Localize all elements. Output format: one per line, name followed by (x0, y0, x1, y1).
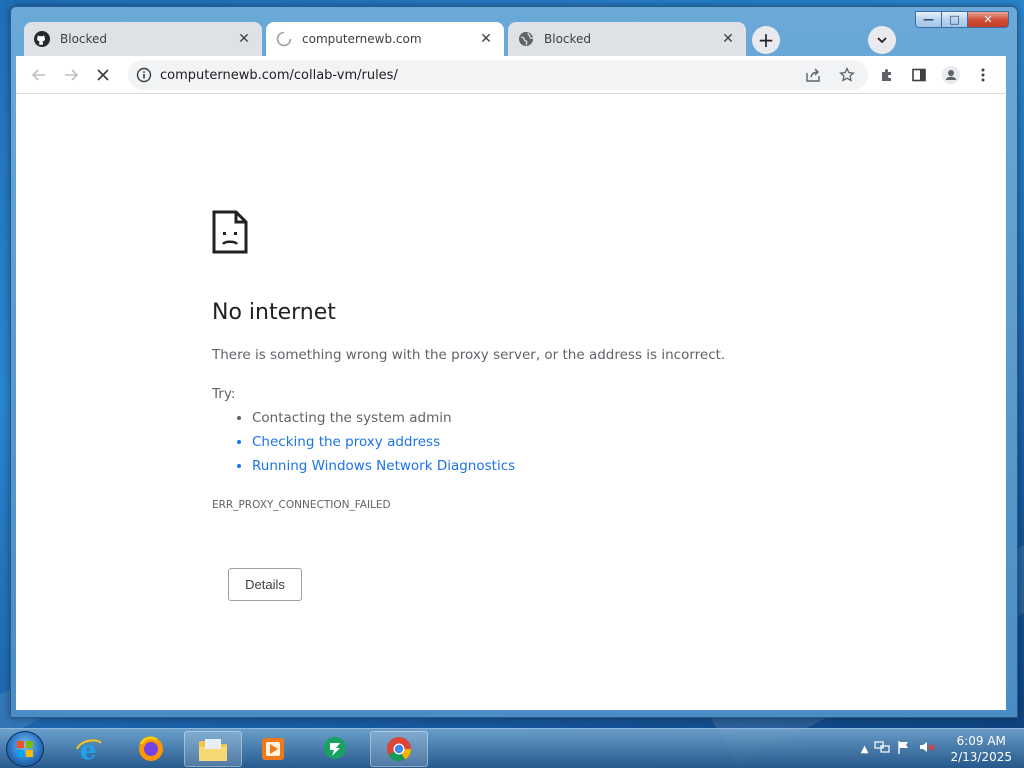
clock-time: 6:09 AM (956, 734, 1006, 748)
windows-logo-icon (17, 741, 33, 757)
extensions-button[interactable] (872, 60, 902, 90)
messenger-icon[interactable] (306, 731, 364, 767)
share-button[interactable] (798, 60, 828, 90)
start-button[interactable] (6, 731, 44, 767)
tab-close-icon[interactable]: ✕ (720, 31, 736, 47)
window-controls: — □ ✕ (915, 11, 1009, 28)
suggestion-contact-admin: Contacting the system admin (252, 406, 515, 430)
new-tab-button[interactable]: + (752, 26, 780, 54)
tab-blocked-globe[interactable]: Blocked ✕ (508, 22, 746, 56)
close-icon (97, 69, 109, 81)
suggestion-network-diagnostics-link[interactable]: Running Windows Network Diagnostics (252, 454, 515, 478)
menu-button[interactable] (968, 60, 998, 90)
address-bar[interactable]: computernewb.com/collab-vm/rules/ (128, 60, 868, 90)
clock[interactable]: 6:09 AM 2/13/2025 (950, 733, 1012, 765)
maximize-button[interactable]: □ (941, 11, 967, 28)
kebab-menu-icon (981, 68, 985, 82)
tab-close-icon[interactable]: ✕ (478, 31, 494, 47)
side-panel-button[interactable] (904, 60, 934, 90)
chevron-down-icon (877, 37, 887, 44)
volume-muted-icon[interactable] (918, 739, 936, 759)
error-description: There is something wrong with the proxy … (212, 347, 726, 363)
close-window-button[interactable]: ✕ (967, 11, 1009, 28)
taskbar: e ▲ 6:09 AM 2/13/2025 (0, 728, 1024, 768)
details-button[interactable]: Details (228, 568, 302, 601)
page-content: No internet There is something wrong wit… (16, 94, 1006, 710)
system-tray: ▲ 6:09 AM 2/13/2025 (861, 729, 1012, 768)
clock-date: 2/13/2025 (950, 750, 1012, 764)
tab-blocked-github[interactable]: Blocked ✕ (24, 22, 262, 56)
browser-toolbar: computernewb.com/collab-vm/rules/ (16, 56, 1006, 94)
bookmark-button[interactable] (832, 60, 862, 90)
tab-title: computernewb.com (302, 32, 422, 46)
info-icon[interactable] (136, 67, 152, 83)
suggestion-check-proxy-link[interactable]: Checking the proxy address (252, 430, 515, 454)
profile-button[interactable] (936, 60, 966, 90)
chrome-icon[interactable] (370, 731, 428, 767)
sad-document-icon (212, 210, 248, 258)
tab-search-button[interactable] (868, 26, 896, 54)
arrow-right-icon (65, 69, 79, 81)
forward-button[interactable] (56, 60, 86, 90)
avatar-icon (942, 66, 960, 84)
minimize-button[interactable]: — (915, 11, 941, 28)
stop-loading-button[interactable] (88, 60, 118, 90)
star-icon (839, 67, 855, 82)
media-player-icon[interactable] (244, 731, 302, 767)
action-center-flag-icon[interactable] (896, 739, 912, 759)
error-code: ERR_PROXY_CONNECTION_FAILED (212, 499, 391, 511)
tab-title: Blocked (544, 32, 592, 46)
firefox-icon[interactable] (122, 731, 180, 767)
share-icon (806, 68, 820, 82)
tab-close-icon[interactable]: ✕ (236, 31, 252, 47)
suggestion-list: Contacting the system admin Checking the… (236, 406, 515, 478)
plus-icon: + (757, 28, 775, 52)
github-icon (34, 31, 50, 47)
url-text[interactable]: computernewb.com/collab-vm/rules/ (160, 68, 798, 83)
try-label: Try: (212, 386, 236, 402)
page-title: No internet (212, 300, 336, 325)
file-explorer-icon[interactable] (184, 731, 242, 767)
loading-spinner-icon (276, 31, 292, 47)
puzzle-icon (882, 69, 891, 81)
show-hidden-icons-icon[interactable]: ▲ (861, 744, 869, 755)
side-panel-icon (912, 68, 926, 82)
tab-strip: Blocked ✕ computernewb.com ✕ Blocked ✕ + (16, 22, 916, 56)
network-icon[interactable] (874, 739, 891, 759)
tab-title: Blocked (60, 32, 108, 46)
globe-icon (518, 31, 534, 47)
tab-computernewb[interactable]: computernewb.com ✕ (266, 22, 504, 56)
arrow-left-icon (31, 69, 45, 81)
internet-explorer-icon[interactable]: e (60, 731, 118, 767)
back-button[interactable] (24, 60, 54, 90)
